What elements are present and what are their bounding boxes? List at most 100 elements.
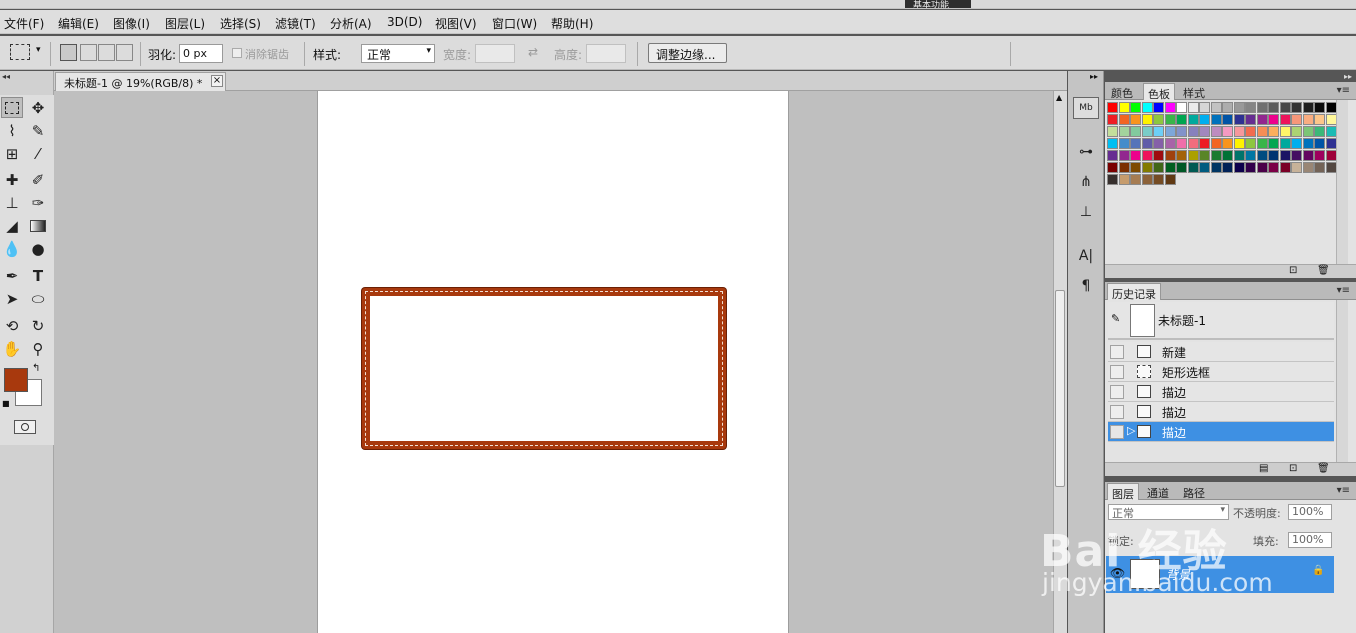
color-swatch[interactable] — [1302, 138, 1314, 149]
color-swatch[interactable] — [1164, 126, 1176, 137]
color-swatch[interactable] — [1291, 114, 1302, 125]
panel-menu-icon[interactable]: ▾≡ — [1337, 285, 1350, 296]
color-swatch[interactable] — [1141, 174, 1153, 185]
color-swatch[interactable] — [1245, 150, 1256, 161]
color-swatch[interactable] — [1153, 150, 1164, 161]
color-swatch[interactable] — [1233, 162, 1245, 173]
spot-healing-tool-icon[interactable]: ✚ — [1, 169, 23, 190]
color-swatch[interactable] — [1314, 162, 1325, 173]
history-step-selected[interactable]: ▷ 描边 — [1108, 422, 1334, 442]
eraser-tool-icon[interactable]: ◢ — [1, 215, 23, 236]
color-swatch[interactable] — [1256, 114, 1268, 125]
color-swatch[interactable] — [1279, 102, 1291, 113]
color-swatch[interactable] — [1199, 138, 1210, 149]
opacity-input[interactable]: 100% — [1288, 504, 1332, 520]
refine-edge-button[interactable]: 调整边缘... — [648, 43, 727, 63]
color-swatch[interactable] — [1153, 174, 1164, 185]
color-swatch[interactable] — [1233, 150, 1245, 161]
eyedropper-tool-icon[interactable]: ⁄ — [27, 143, 49, 164]
color-swatch[interactable] — [1141, 162, 1153, 173]
color-swatch[interactable] — [1268, 102, 1279, 113]
3d-orbit-tool-icon[interactable]: ↻ — [27, 315, 49, 336]
snapshot-camera-icon[interactable]: ⊡ — [1289, 463, 1297, 474]
history-step[interactable]: 描边 — [1108, 382, 1334, 402]
history-state-checkbox[interactable] — [1110, 405, 1124, 419]
color-swatch[interactable] — [1268, 126, 1279, 137]
color-swatch[interactable] — [1107, 102, 1118, 113]
mini-bridge-icon[interactable]: Mb — [1073, 97, 1099, 119]
history-state-checkbox[interactable] — [1110, 425, 1124, 439]
color-swatch[interactable] — [1291, 102, 1302, 113]
color-swatch[interactable] — [1233, 114, 1245, 125]
color-swatch[interactable] — [1107, 174, 1118, 185]
paragraph-icon[interactable]: ¶ — [1073, 275, 1099, 297]
color-swatch[interactable] — [1245, 102, 1256, 113]
color-swatch[interactable] — [1107, 162, 1118, 173]
foreground-color-swatch[interactable] — [4, 368, 28, 392]
blur-tool-icon[interactable]: 💧 — [1, 238, 23, 259]
subtract-from-selection-icon[interactable] — [98, 44, 115, 61]
menu-window[interactable]: 窗口(W) — [492, 15, 537, 32]
color-swatch[interactable] — [1130, 126, 1141, 137]
ellipse-tool-icon[interactable]: ⬭ — [27, 288, 49, 309]
color-swatch[interactable] — [1118, 102, 1130, 113]
color-swatch[interactable] — [1233, 102, 1245, 113]
menu-filter[interactable]: 滤镜(T) — [275, 15, 316, 32]
color-swatch[interactable] — [1268, 162, 1279, 173]
color-swatch[interactable] — [1279, 126, 1291, 137]
color-swatch[interactable] — [1118, 174, 1130, 185]
menu-edit[interactable]: 编辑(E) — [58, 15, 99, 32]
color-swatch[interactable] — [1302, 162, 1314, 173]
color-swatch[interactable] — [1187, 150, 1199, 161]
color-swatch[interactable] — [1291, 162, 1302, 173]
history-brush-tool-icon[interactable]: ✑ — [27, 192, 49, 213]
color-swatch[interactable] — [1153, 114, 1164, 125]
new-swatch-icon[interactable]: ⊡ — [1289, 265, 1297, 276]
color-swatch[interactable] — [1130, 162, 1141, 173]
style-select[interactable]: 正常 ▾ — [361, 44, 435, 63]
color-swatch[interactable] — [1176, 138, 1187, 149]
history-state-checkbox[interactable] — [1110, 385, 1124, 399]
color-swatch[interactable] — [1141, 114, 1153, 125]
color-swatch[interactable] — [1130, 150, 1141, 161]
adjustments-icon[interactable]: ⊶ — [1073, 141, 1099, 163]
color-swatch[interactable] — [1141, 102, 1153, 113]
menu-analysis[interactable]: 分析(A) — [330, 15, 372, 32]
color-swatch[interactable] — [1153, 126, 1164, 137]
chevron-down-icon[interactable]: ▾ — [36, 45, 41, 55]
history-step[interactable]: 描边 — [1108, 402, 1334, 422]
history-state-checkbox[interactable] — [1110, 345, 1124, 359]
color-swatch[interactable] — [1245, 162, 1256, 173]
panel-menu-icon[interactable]: ▾≡ — [1337, 85, 1350, 96]
color-swatch[interactable] — [1107, 150, 1118, 161]
color-swatch[interactable] — [1187, 102, 1199, 113]
zoom-tool-icon[interactable]: ⚲ — [27, 338, 49, 359]
menu-3d[interactable]: 3D(D) — [387, 15, 422, 29]
color-swatch[interactable] — [1291, 126, 1302, 137]
color-swatch[interactable] — [1268, 150, 1279, 161]
color-swatch[interactable] — [1210, 138, 1222, 149]
history-step[interactable]: 新建 — [1108, 342, 1334, 362]
trash-icon[interactable]: 🗑 — [1317, 463, 1330, 474]
color-swatch[interactable] — [1199, 150, 1210, 161]
color-swatch[interactable] — [1107, 126, 1118, 137]
color-swatch[interactable] — [1199, 114, 1210, 125]
brushes-icon[interactable]: ⋔ — [1073, 171, 1099, 193]
color-swatch[interactable] — [1256, 162, 1268, 173]
swatches-scrollbar[interactable] — [1336, 100, 1348, 264]
quick-mask-icon[interactable] — [14, 420, 36, 434]
color-swatch[interactable] — [1256, 138, 1268, 149]
color-swatch[interactable] — [1325, 102, 1337, 113]
color-swatch[interactable] — [1176, 102, 1187, 113]
color-swatch[interactable] — [1245, 114, 1256, 125]
width-input[interactable] — [475, 44, 515, 63]
color-swatch[interactable] — [1302, 102, 1314, 113]
color-swatch[interactable] — [1279, 114, 1291, 125]
color-swatch[interactable] — [1176, 150, 1187, 161]
color-swatch[interactable] — [1164, 150, 1176, 161]
collapse-arrows-icon[interactable]: ▸▸ — [1090, 72, 1098, 81]
history-state-checkbox[interactable] — [1110, 365, 1124, 379]
menu-file[interactable]: 文件(F) — [4, 15, 44, 32]
history-step[interactable]: 矩形选框 — [1108, 362, 1334, 382]
character-icon[interactable]: A| — [1073, 245, 1099, 267]
